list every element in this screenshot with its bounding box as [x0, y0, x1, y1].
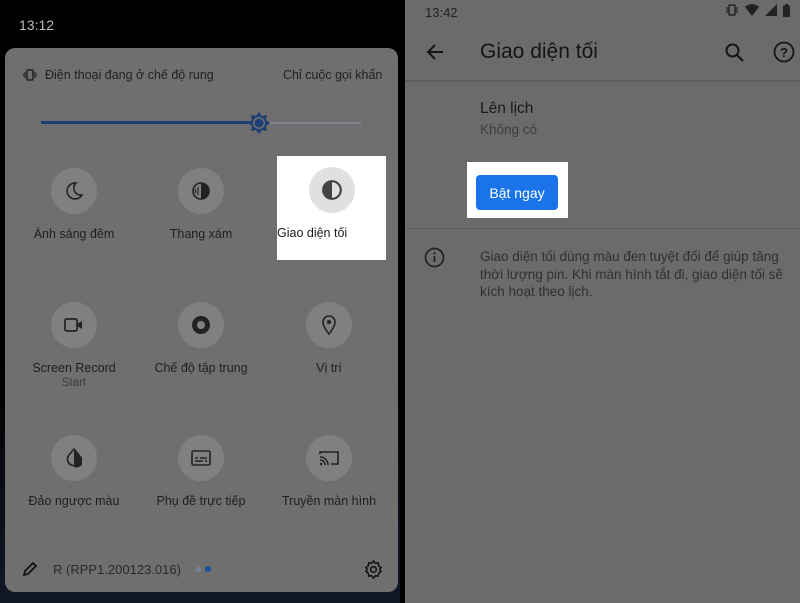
quick-settings-screen: 13:12 Điện thoại đang ở chế độ rung Chỉ … [0, 0, 400, 603]
turn-on-now-button[interactable]: Bật ngay [476, 175, 558, 210]
settings-gear-icon[interactable] [364, 560, 383, 579]
location-icon [322, 315, 336, 335]
quick-settings-panel: Điện thoại đang ở chế độ rung Chỉ cuộc g… [5, 48, 398, 592]
tile-cast[interactable]: Truyền màn hình [274, 435, 384, 509]
invert-colors-icon [66, 448, 82, 468]
tile-focus-mode[interactable]: Chế độ tập trung [146, 302, 256, 376]
cast-icon [319, 451, 339, 466]
tile-live-caption[interactable]: Phụ đề trực tiếp [146, 435, 256, 509]
dnd-status: Chỉ cuộc gọi khẩn cấp [283, 68, 386, 82]
brightness-thumb-icon[interactable] [247, 112, 270, 134]
captions-icon [191, 450, 211, 466]
tile-night-light[interactable]: Ánh sáng đêm [19, 168, 129, 242]
page-dot-active[interactable] [205, 566, 211, 572]
edit-pencil-icon[interactable] [22, 561, 38, 577]
toolbar-divider [405, 80, 800, 82]
status-icons [725, 4, 790, 17]
help-icon[interactable]: ? [773, 41, 795, 63]
tile-dark-theme[interactable]: Giao diện tối [277, 156, 386, 260]
vibrate-status: Điện thoại đang ở chế độ rung [23, 68, 214, 82]
wifi-icon [745, 4, 759, 16]
page-dot[interactable] [196, 567, 201, 572]
tile-invert-colors[interactable]: Đảo ngược màu [19, 435, 129, 509]
brightness-slider[interactable] [41, 112, 361, 134]
dark-theme-icon [321, 180, 342, 200]
svg-text:?: ? [780, 45, 788, 60]
cellular-signal-icon [765, 4, 777, 16]
search-icon[interactable] [725, 43, 744, 62]
vibrate-icon [23, 69, 37, 81]
highlight-box: Bật ngay [467, 162, 568, 218]
back-arrow-icon[interactable] [426, 43, 444, 61]
battery-icon [783, 4, 790, 17]
build-number: R (RPP1.200123.016) [53, 562, 181, 577]
section-divider [405, 228, 800, 229]
info-text: Giao diện tối dùng màu đen tuyệt đối để … [480, 249, 783, 299]
dark-theme-settings-screen: 13:42 Giao diện tối ? Lên lịch Không có … [405, 0, 800, 603]
page-title: Giao diện tối [480, 40, 598, 63]
tile-grayscale[interactable]: Thang xám [146, 168, 256, 242]
focus-icon [192, 316, 210, 334]
moon-icon [66, 182, 84, 200]
grayscale-icon [192, 182, 210, 200]
panel-footer: R (RPP1.200123.016) [5, 558, 398, 582]
vibrate-icon [726, 4, 738, 16]
status-clock: 13:12 [19, 17, 55, 33]
tile-screen-record[interactable]: Screen Record Start [19, 302, 129, 390]
tile-location[interactable]: Vị trí [274, 302, 384, 376]
status-clock: 13:42 [425, 5, 458, 20]
info-icon [424, 247, 445, 268]
screen-record-icon [64, 318, 82, 332]
